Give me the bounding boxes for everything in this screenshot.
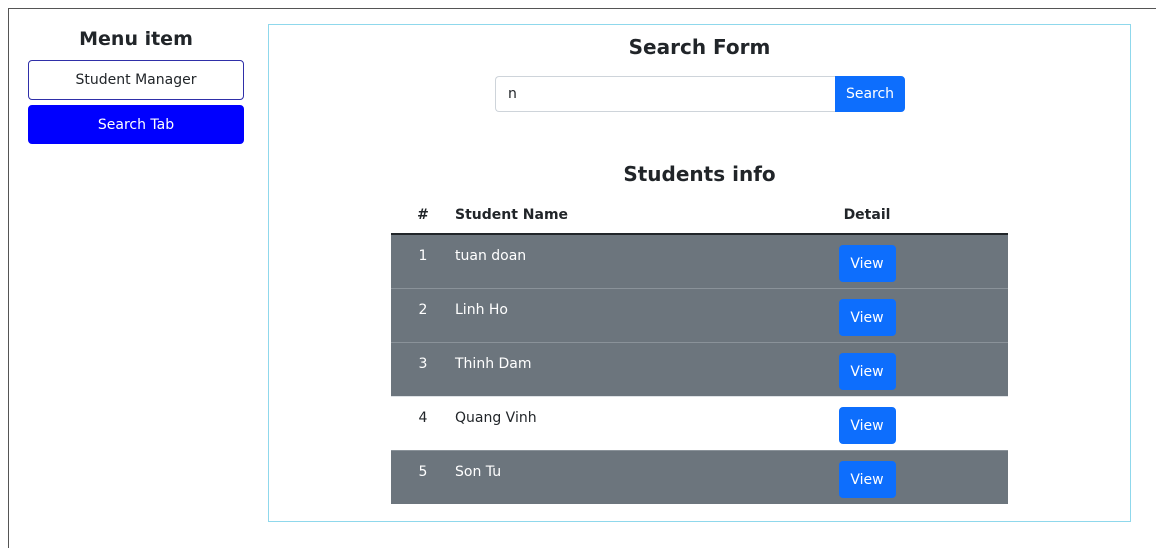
- table-row: 3 Thinh Dam View: [391, 342, 1008, 397]
- row-detail-cell: View: [825, 233, 909, 289]
- students-info-title: Students info: [623, 162, 776, 186]
- view-button[interactable]: View: [838, 461, 896, 498]
- view-button[interactable]: View: [838, 245, 896, 282]
- table-row: 1 tuan doan View: [391, 233, 1008, 289]
- header-student-name: Student Name: [455, 196, 825, 235]
- search-form-title: Search Form: [628, 35, 771, 59]
- row-student-name: Quang Vinh: [455, 396, 825, 451]
- row-number: 3: [391, 342, 455, 397]
- row-detail-cell: View: [825, 342, 909, 397]
- table-header-row: # Student Name Detail: [391, 196, 1008, 235]
- header-number: #: [391, 196, 455, 235]
- row-number: 5: [391, 450, 455, 504]
- row-student-name: Son Tu: [455, 450, 825, 504]
- search-input[interactable]: [495, 76, 836, 112]
- row-student-name: tuan doan: [455, 233, 825, 289]
- row-student-name: Thinh Dam: [455, 342, 825, 397]
- row-detail-cell: View: [825, 450, 909, 504]
- row-spacer: [909, 396, 1008, 451]
- row-detail-cell: View: [825, 288, 909, 343]
- header-spacer: [909, 196, 1008, 235]
- row-number: 1: [391, 233, 455, 289]
- sidebar-item-search-tab[interactable]: Search Tab: [28, 105, 244, 144]
- row-student-name: Linh Ho: [455, 288, 825, 343]
- table-row: 5 Son Tu View: [391, 450, 1008, 504]
- menu-title: Menu item: [79, 28, 193, 50]
- row-spacer: [909, 342, 1008, 397]
- header-detail: Detail: [825, 196, 909, 235]
- row-spacer: [909, 450, 1008, 504]
- sidebar-item-student-manager[interactable]: Student Manager: [28, 60, 244, 100]
- row-spacer: [909, 288, 1008, 343]
- row-number: 2: [391, 288, 455, 343]
- view-button[interactable]: View: [838, 299, 896, 336]
- sidebar-menu: Menu item Student Manager Search Tab: [28, 26, 244, 149]
- table-row: 2 Linh Ho View: [391, 288, 1008, 343]
- view-button[interactable]: View: [838, 407, 896, 444]
- view-button[interactable]: View: [838, 353, 896, 390]
- row-detail-cell: View: [825, 396, 909, 451]
- row-spacer: [909, 233, 1008, 289]
- main-panel: Search Form Search Students info # Stude…: [268, 24, 1131, 522]
- row-number: 4: [391, 396, 455, 451]
- students-table: # Student Name Detail 1 tuan doan View 2…: [391, 196, 1008, 504]
- search-button[interactable]: Search: [835, 76, 905, 112]
- table-row: 4 Quang Vinh View: [391, 396, 1008, 451]
